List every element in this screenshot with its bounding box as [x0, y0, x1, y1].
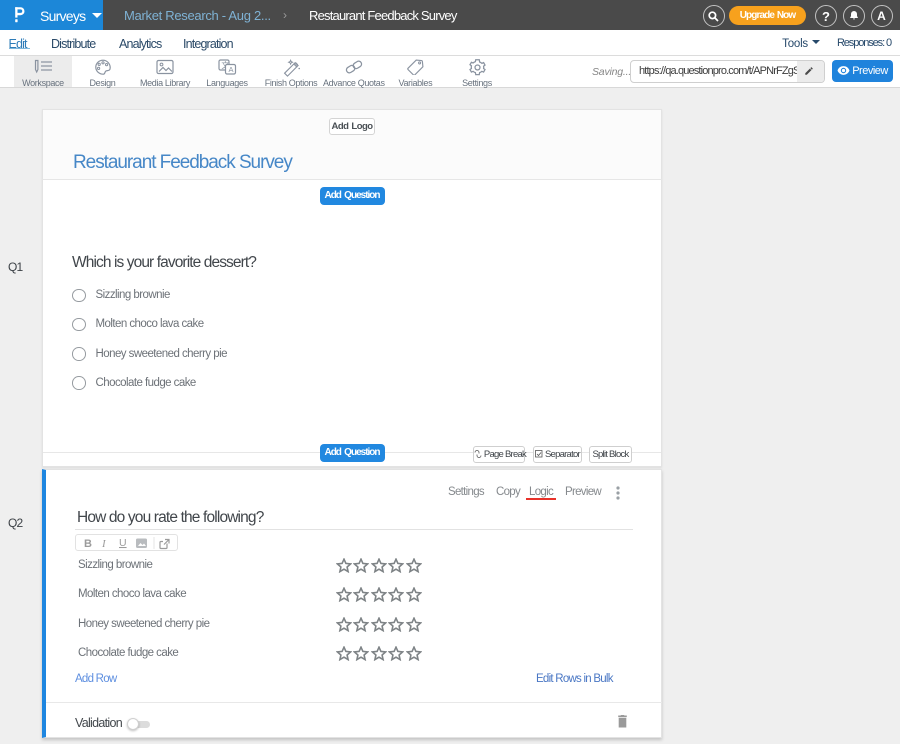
- svg-text:U: U: [119, 537, 127, 549]
- svg-text:B: B: [84, 538, 92, 550]
- svg-text:A: A: [228, 65, 233, 74]
- svg-text:I: I: [101, 538, 107, 550]
